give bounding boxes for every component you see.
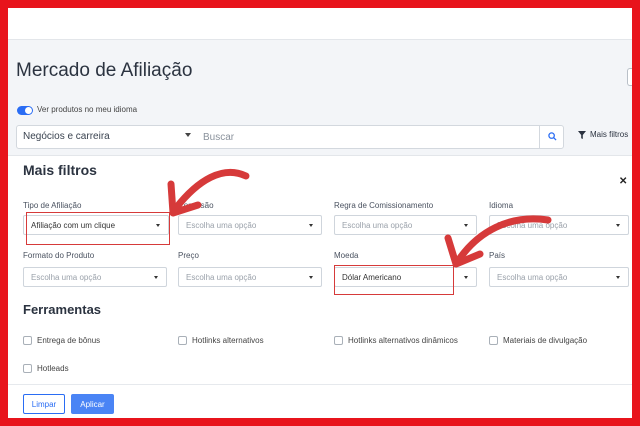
select-price[interactable]: Escolha uma opção (178, 267, 322, 287)
select-value: Escolha uma opção (31, 273, 102, 282)
close-icon[interactable]: ✕ (619, 176, 627, 187)
select-commission[interactable]: Escolha uma opção (178, 215, 322, 235)
language-toggle-switch[interactable] (17, 106, 33, 115)
more-filters-label: Mais filtros (590, 130, 629, 139)
chevron-down-icon (309, 224, 313, 227)
checkbox-box[interactable] (489, 336, 498, 345)
chevron-down-icon (464, 224, 468, 227)
checkbox-box[interactable] (334, 336, 343, 345)
view-toggle-button[interactable] (627, 68, 632, 86)
select-value: Escolha uma opção (342, 221, 413, 230)
checkbox-hotleads[interactable]: Hotleads (23, 364, 69, 373)
chevron-down-icon (309, 276, 313, 279)
chevron-down-icon (616, 276, 620, 279)
filter-label-commission: Comissão (178, 201, 214, 210)
select-value: Escolha uma opção (497, 221, 568, 230)
checkbox-bonus-delivery[interactable]: Entrega de bônus (23, 336, 100, 345)
search-input[interactable] (203, 130, 533, 144)
chevron-down-icon (616, 224, 620, 227)
checkbox-label: Hotlinks alternativos (192, 336, 264, 345)
filter-label-currency: Moeda (334, 251, 359, 260)
more-filters-button[interactable]: Mais filtros (578, 130, 628, 139)
annotation-highlight-box (26, 212, 170, 245)
select-language[interactable]: Escolha uma opção (489, 215, 629, 235)
select-value: Escolha uma opção (186, 273, 257, 282)
filter-label-product-format: Formato do Produto (23, 251, 95, 260)
apply-button[interactable]: Aplicar (71, 394, 114, 414)
checkbox-label: Materiais de divulgação (503, 336, 588, 345)
search-icon (548, 132, 557, 141)
checkbox-alternative-hotlinks[interactable]: Hotlinks alternativos (178, 336, 264, 345)
checkbox-label: Entrega de bônus (37, 336, 101, 345)
checkbox-label: Hotlinks alternativos dinâmicos (348, 336, 458, 345)
tools-section-title: Ferramentas (23, 302, 102, 317)
search-bar: Negócios e carreira (16, 125, 564, 149)
checkbox-box[interactable] (23, 364, 32, 373)
language-toggle-label: Ver produtos no meu idioma (37, 105, 138, 114)
checkbox-label: Hotleads (37, 364, 69, 373)
checkbox-promo-materials[interactable]: Materiais de divulgação (489, 336, 587, 345)
filter-label-price: Preço (178, 251, 199, 260)
checkbox-box[interactable] (178, 336, 187, 345)
chevron-down-icon (154, 276, 158, 279)
annotation-highlight-box (334, 265, 454, 295)
select-product-format[interactable]: Escolha uma opção (23, 267, 167, 287)
chevron-down-icon (464, 276, 468, 279)
select-commission-rule[interactable]: Escolha uma opção (334, 215, 477, 235)
select-country[interactable]: Escolha uma opção (489, 267, 629, 287)
panel-title: Mais filtros (23, 162, 97, 178)
filter-label-language: Idioma (489, 201, 514, 210)
checkbox-box[interactable] (23, 336, 32, 345)
filter-label-country: País (489, 251, 506, 260)
filter-icon (578, 130, 586, 139)
category-select[interactable]: Negócios e carreira (23, 131, 110, 142)
chevron-down-icon[interactable] (185, 133, 191, 137)
search-button[interactable] (539, 125, 565, 149)
screenshot-frame: Mercado de Afiliação Ver produtos no meu… (8, 8, 632, 418)
filter-label-affiliation-type: Tipo de Afiliação (23, 201, 82, 210)
checkbox-dynamic-hotlinks[interactable]: Hotlinks alternativos dinâmicos (334, 336, 458, 345)
page-title: Mercado de Afiliação (16, 60, 193, 81)
panel-footer: Limpar Aplicar (8, 384, 632, 418)
filter-label-commission-rule: Regra de Comissionamento (334, 201, 434, 210)
clear-button[interactable]: Limpar (23, 394, 65, 414)
select-value: Escolha uma opção (497, 273, 568, 282)
more-filters-panel: Mais filtros ✕ Tipo de Afiliação Afiliaç… (8, 155, 632, 418)
select-value: Escolha uma opção (186, 221, 257, 230)
top-navigation-bar (8, 8, 632, 40)
